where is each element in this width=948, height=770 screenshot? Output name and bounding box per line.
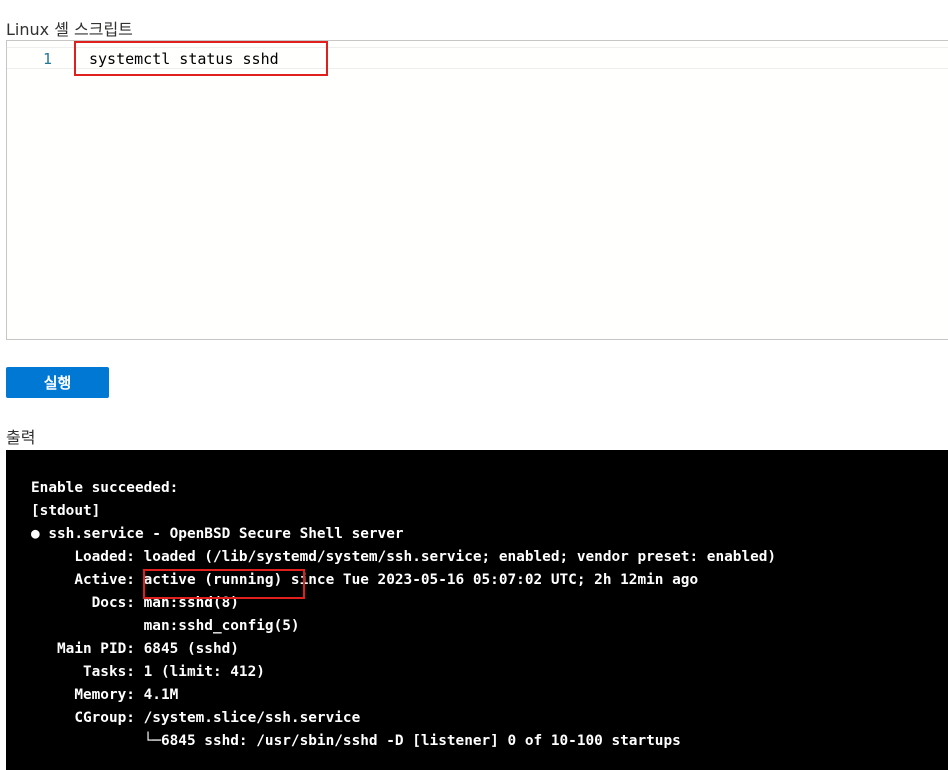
status-highlight-box <box>143 569 305 599</box>
output-line: Tasks: 1 (limit: 412) <box>31 664 265 680</box>
output-line: └─6845 sshd: /usr/sbin/sshd -D [listener… <box>31 733 681 749</box>
output-label: 출력 <box>6 428 36 447</box>
output-line: Enable succeeded: <box>31 480 179 496</box>
output-line: Main PID: 6845 (sshd) <box>31 641 239 657</box>
output-line: Memory: 4.1M <box>31 687 179 703</box>
line-number: 1 <box>43 50 53 68</box>
run-button[interactable]: 실행 <box>6 367 109 398</box>
output-line: [stdout] <box>31 503 101 519</box>
script-editor[interactable]: 1 systemctl status sshd <box>6 40 948 340</box>
output-line: ● ssh.service - OpenBSD Secure Shell ser… <box>31 526 404 542</box>
output-line: man:sshd_config(5) <box>31 618 300 634</box>
output-line: Loaded: loaded (/lib/systemd/system/ssh.… <box>31 549 777 565</box>
code-highlight-box <box>74 41 328 76</box>
output-line: CGroup: /system.slice/ssh.service <box>31 710 361 726</box>
script-label: Linux 셸 스크립트 <box>6 20 133 39</box>
output-line: Active: active (running) since Tue 2023-… <box>31 572 699 588</box>
output-terminal: Enable succeeded: [stdout] ● ssh.service… <box>6 450 948 770</box>
